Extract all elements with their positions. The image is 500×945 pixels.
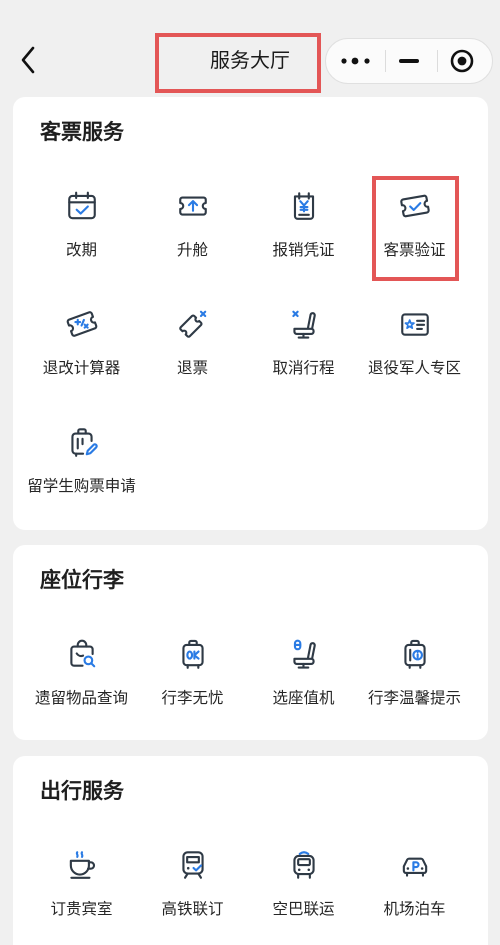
service-item-veteran-zone[interactable]: 退役军人专区 [359,307,470,379]
target-circle-icon[interactable] [445,39,479,83]
service-item-label: 机场泊车 [383,900,446,918]
top-nav-bar: 服务大厅 [0,0,500,95]
bus-icon [287,848,321,882]
section-title: 座位行李 [40,568,124,592]
service-item-student-ticket-application[interactable]: 留学生购票申请 [26,425,137,497]
ticket-upgrade-icon [176,189,210,223]
section-seat-luggage: 座位行李 遗留物品查询 行李无忧 选座值机 行李温馨提示 [13,545,488,740]
service-grid: 改期 升舱 报销凭证 客票验证 退改计算器 退票 取消行程 退役军人专区 留学生… [26,189,470,497]
section-ticket-services: 客票服务 改期 升舱 报销凭证 客票验证 退改计算器 退票 取消行程 退役军人专… [13,97,488,530]
ticket-refund-icon [176,307,210,341]
service-item-label: 订贵宾室 [50,900,113,918]
train-check-icon [176,848,210,882]
service-item-label: 退役军人专区 [367,359,461,377]
service-item-label: 高铁联订 [161,900,224,918]
calendar-check-icon [65,189,99,223]
service-item-rail-air-booking[interactable]: 高铁联订 [137,848,248,920]
service-item-refund-ticket[interactable]: 退票 [137,307,248,379]
service-item-label: 退改计算器 [42,359,121,377]
capsule-divider [437,50,438,72]
service-item-cancel-trip[interactable]: 取消行程 [248,307,359,379]
more-dots-icon[interactable] [339,39,373,83]
service-item-label: 升舱 [176,241,208,259]
service-item-label: 客票验证 [383,241,446,259]
service-item-ticket-verification[interactable]: 客票验证 [359,189,470,261]
service-item-luggage-tips[interactable]: 行李温馨提示 [359,637,470,709]
veteran-card-icon [398,307,432,341]
service-item-refund-change-calculator[interactable]: 退改计算器 [26,307,137,379]
service-item-reimbursement-voucher[interactable]: 报销凭证 [248,189,359,261]
section-title: 出行服务 [40,779,124,803]
service-item-lost-item-inquiry[interactable]: 遗留物品查询 [26,637,137,709]
service-item-label: 报销凭证 [272,241,335,259]
suitcase-ok-icon [176,637,210,671]
receipt-yen-icon [287,189,321,223]
luggage-pen-icon [65,425,99,459]
service-grid: 遗留物品查询 行李无忧 选座值机 行李温馨提示 [26,637,470,709]
service-item-label: 行李温馨提示 [367,689,461,707]
service-item-label: 选座值机 [272,689,335,707]
service-item-reschedule[interactable]: 改期 [26,189,137,261]
service-item-upgrade[interactable]: 升舱 [137,189,248,261]
suitcase-info-icon [398,637,432,671]
service-item-label: 遗留物品查询 [34,689,128,707]
service-item-label: 退票 [176,359,208,377]
seat-cancel-icon [287,307,321,341]
service-item-label: 改期 [65,241,97,259]
service-item-air-bus-transfer[interactable]: 空巴联运 [248,848,359,920]
service-item-label: 留学生购票申请 [27,477,136,495]
capsule-divider [385,50,386,72]
service-item-luggage-worry-free[interactable]: 行李无忧 [137,637,248,709]
service-item-vip-lounge-booking[interactable]: 订贵宾室 [26,848,137,920]
refund-calculator-icon [65,307,99,341]
section-title: 客票服务 [40,120,124,144]
coffee-cup-icon [65,848,99,882]
service-item-label: 空巴联运 [272,900,335,918]
service-item-airport-parking[interactable]: 机场泊车 [359,848,470,920]
service-item-label: 行李无忧 [161,689,224,707]
bag-search-icon [65,637,99,671]
seat-select-icon [287,637,321,671]
section-travel-services: 出行服务 订贵宾室 高铁联订 空巴联运 机场泊车 [13,756,488,945]
mini-program-capsule [325,38,493,84]
service-grid: 订贵宾室 高铁联订 空巴联运 机场泊车 [26,848,470,920]
minus-icon[interactable] [392,39,426,83]
service-item-label: 取消行程 [272,359,335,377]
service-item-seat-selection-checkin[interactable]: 选座值机 [248,637,359,709]
car-parking-icon [398,848,432,882]
ticket-check-icon [398,189,432,223]
